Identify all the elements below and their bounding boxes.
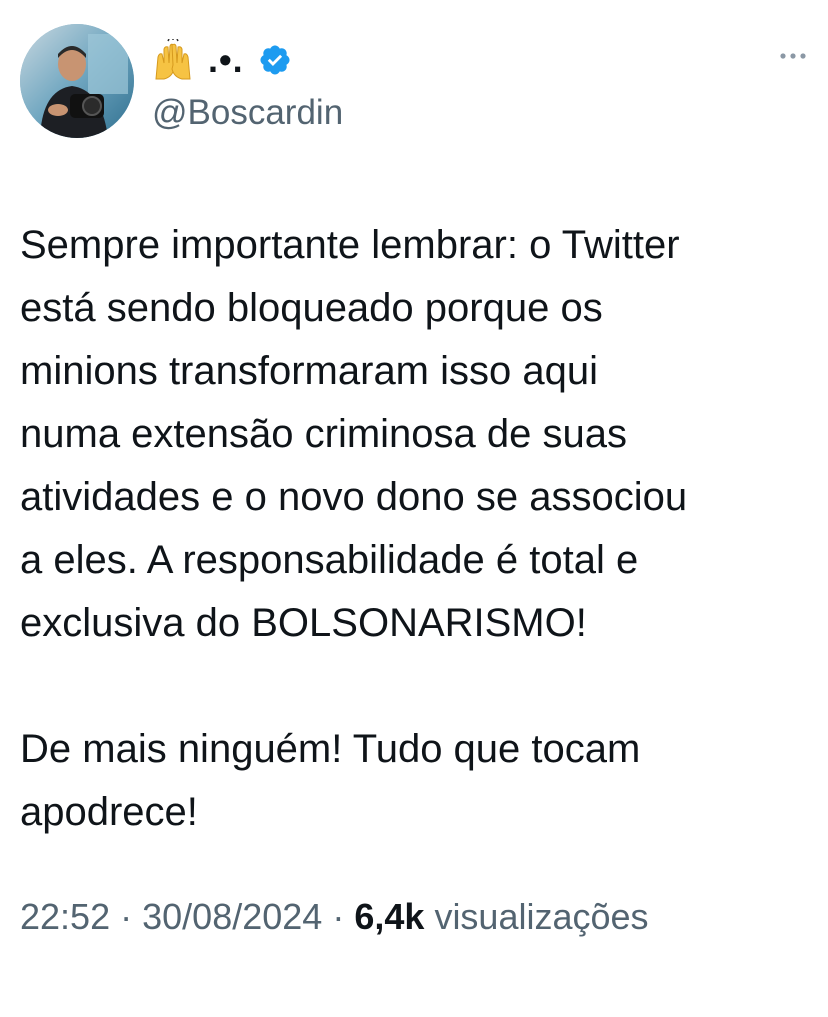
avatar[interactable] bbox=[20, 24, 134, 138]
tweet-paragraph: De mais ninguém! Tudo que tocam apodrece… bbox=[20, 727, 641, 834]
verified-badge-icon bbox=[258, 43, 292, 77]
tweet-time[interactable]: 22:52 bbox=[20, 896, 110, 937]
tweet-paragraph: Sempre importante lembrar: o Twitter est… bbox=[20, 223, 688, 645]
author-name-row[interactable]: .•. bbox=[152, 36, 292, 84]
tweet-metadata: 22:52 · 30/08/2024 · 6,4k visualizações bbox=[20, 895, 649, 938]
more-options-icon[interactable] bbox=[778, 44, 808, 68]
author-handle[interactable]: @Boscardin bbox=[152, 92, 343, 134]
meta-separator: · bbox=[332, 896, 345, 937]
raised-hands-icon bbox=[152, 38, 194, 81]
views-label[interactable]: visualizações bbox=[434, 896, 648, 937]
views-count[interactable]: 6,4k bbox=[354, 896, 424, 937]
tweet-date[interactable]: 30/08/2024 bbox=[142, 896, 322, 937]
display-name: .•. bbox=[208, 39, 244, 80]
meta-separator: · bbox=[120, 896, 133, 937]
tweet-text: Sempre importante lembrar: o Twitter est… bbox=[20, 214, 810, 844]
